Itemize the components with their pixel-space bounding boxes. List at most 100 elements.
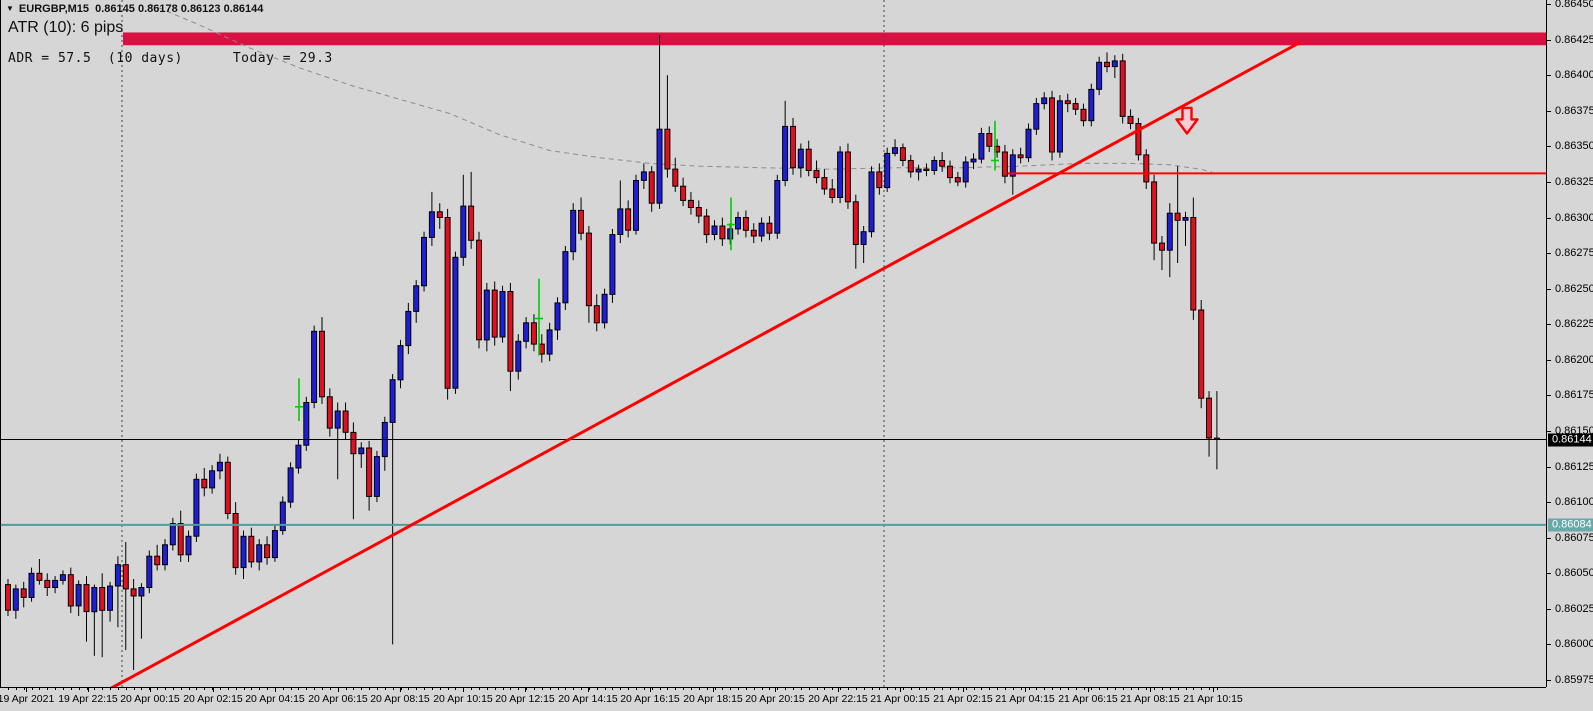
time-axis-minor-tick [926,688,928,690]
time-axis-minor-tick [1201,688,1203,690]
price-axis[interactable]: 0.86450 0.86425 0.86400 0.86375 0.86350 0.863… [1546,0,1593,687]
time-axis-minor-tick [125,688,127,690]
time-axis-minor-tick [172,688,174,690]
bear-candle [319,330,325,398]
time-axis-minor-tick [526,688,528,690]
time-axis-minor-tick [847,688,849,690]
time-axis-tick [463,688,464,692]
time-axis-minor-tick [455,688,457,690]
bull-candle [138,587,145,597]
bull-candle [303,402,310,446]
time-axis-tick [275,688,276,692]
trendline [110,41,1301,687]
bear-candle [350,431,357,455]
time-axis-minor-tick [636,688,637,690]
price-tick-label: 0.86100 [1555,496,1593,509]
bear-candle [852,201,859,246]
resistance-band [123,32,1546,46]
time-tick-label: 21 Apr 06:15 [1058,693,1118,705]
time-axis-minor-tick [259,688,261,690]
bull-candle [452,256,459,389]
price-tick-label: 0.86225 [1555,318,1593,331]
time-axis-tick [26,688,27,692]
bear-candle [578,209,584,234]
bull-candle [609,234,616,295]
bear-candle [67,574,74,607]
time-axis-minor-tick [1099,688,1101,690]
price-axis-tick [1547,146,1551,148]
time-axis-minor-tick [117,688,119,690]
time-tick-label: 20 Apr 18:15 [683,693,743,705]
chart-plot-area[interactable] [0,0,1546,687]
time-axis-minor-tick [973,688,975,690]
price-chart[interactable] [0,0,1546,687]
time-axis-minor-tick [322,688,323,690]
bear-candle [899,147,906,161]
bull-candle [397,345,404,381]
time-axis-minor-tick [549,688,551,690]
ohlc-readout[interactable]: ▼ EURGBP,M15 0.86145 0.86178 0.86123 0.8… [6,3,263,15]
bull-candle [1088,88,1095,122]
time-axis-minor-tick [1193,688,1195,690]
bull-candle [271,530,278,559]
bear-candle [703,215,710,236]
bull-candle [1096,61,1103,90]
time-axis-minor-tick [785,688,787,690]
time-axis-minor-tick [620,688,622,690]
price-tick-label: 0.85975 [1555,674,1593,686]
time-axis-minor-tick [698,688,700,690]
time-axis-minor-tick [840,688,842,690]
time-axis-minor-tick [690,688,692,690]
time-axis-minor-tick [1012,688,1014,690]
bear-candle [122,564,129,590]
price-tick-label: 0.86125 [1555,460,1593,473]
bear-candle [695,207,702,217]
time-axis-minor-tick [102,688,104,690]
time-axis-minor-tick [329,688,331,690]
bear-candle [83,584,90,613]
bear-candle [829,188,836,198]
time-axis-minor-tick [447,688,449,690]
bear-candle [1080,108,1087,122]
bull-candle [758,222,765,237]
time-axis-minor-tick [424,688,425,690]
time-axis-minor-tick [902,688,904,690]
down-arrow-icon[interactable] [1175,106,1199,135]
bull-candle [523,322,530,342]
bull-candle [735,217,741,230]
bear-candle [672,168,679,187]
bear-candle [947,165,953,179]
time-axis-minor-tick [55,688,57,690]
bull-candle [1033,103,1040,130]
time-axis[interactable]: 19 Apr 2021 19 Apr 22:15 20 Apr 00:15 20 Ap… [0,687,1546,711]
bear-candle [326,396,333,429]
bear-candle [20,588,27,598]
chart-left-border [0,0,1,687]
time-axis-minor-tick [1067,688,1069,690]
time-axis-minor-tick [1185,688,1187,690]
bear-candle [468,205,475,241]
time-axis-minor-tick [494,688,496,690]
time-axis-minor-tick [557,688,559,690]
time-axis-minor-tick [643,688,645,690]
price-axis-tick [1547,502,1551,504]
time-axis-minor-tick [188,688,190,690]
bull-candle [162,544,168,566]
symbol-dropdown-icon[interactable]: ▼ [6,4,14,13]
bear-candle [130,588,137,597]
time-axis-tick [775,688,776,692]
time-axis-minor-tick [1091,688,1093,690]
bull-candle [774,180,781,234]
time-axis-minor-tick [714,688,716,690]
bull-candle [209,470,216,489]
time-axis-tick [1213,688,1214,692]
price-tick-label: 0.86450 [1555,0,1593,10]
time-axis-minor-tick [1044,688,1046,690]
time-axis-minor-tick [306,688,308,690]
bear-candle [876,171,883,189]
time-axis-minor-tick [94,688,96,690]
time-tick-label: 21 Apr 00:15 [870,693,930,705]
current-price-label: 0.86144 [1548,433,1593,446]
time-axis-minor-tick [1162,688,1163,690]
bull-candle [915,168,922,173]
